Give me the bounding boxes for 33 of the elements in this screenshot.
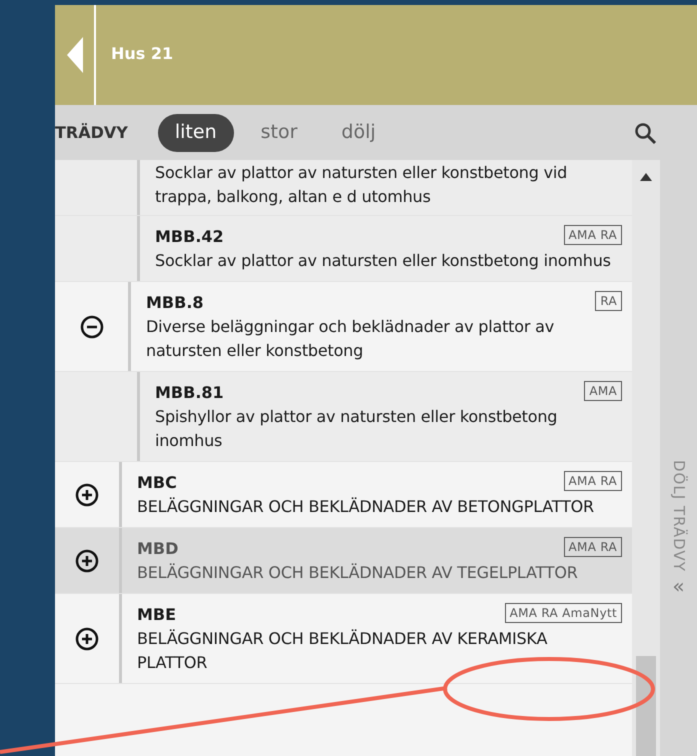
- view-size-tab[interactable]: liten: [158, 114, 234, 152]
- tree-row[interactable]: MBC AMA RA BELÄGGNINGAR OCH BEKLÄDNADER AV BETONGPLATTOR: [55, 462, 632, 528]
- item-description: BELÄGGNINGAR OCH BEKLÄDNADER AV KERAMISKA PLATTOR: [137, 628, 548, 674]
- item-description: Socklar av plattor av natursten eller konstbetong vid trappa, balkong, altan e d utomhus: [155, 162, 568, 208]
- item-code: MBB.81: [155, 382, 224, 404]
- view-size-tab[interactable]: dölj: [324, 114, 393, 152]
- tree-row[interactable]: MBD AMA RA BELÄGGNINGAR OCH BEKLÄDNADER AV TEGELPLATTOR: [55, 528, 632, 594]
- item-code: MBB.8: [146, 292, 204, 314]
- item-description: Socklar av plattor av natursten eller konstbetong inomhus: [155, 250, 612, 272]
- tree-row[interactable]: MBE AMA RA AmaNytt BELÄGGNINGAR OCH BEKLÄDNADER AV KERAMISKA PLATTOR: [55, 594, 632, 684]
- item-description: BELÄGGNINGAR OCH BEKLÄDNADER AV BETONGPLATTOR: [137, 496, 595, 518]
- item-description: Spishyllor av plattor av natursten eller konstbetong inomhus: [155, 406, 558, 452]
- tree-row[interactable]: Socklar av plattor av natursten eller konstbetong vid trappa, balkong, altan e d utomhus: [55, 160, 632, 216]
- collapse-chevron: «: [672, 576, 685, 596]
- toolbar-label: TRÄDVY: [55, 122, 128, 144]
- source-badge: AMA RA AmaNytt: [504, 603, 622, 623]
- tree-row[interactable]: MBB.42 AMA RA Socklar av plattor av natursten eller konstbetong inomhus: [55, 216, 632, 282]
- source-badge: AMA RA: [564, 537, 622, 557]
- tree-row[interactable]: MBB.8 RA Diverse beläggningar och beklädnader av plattor av natursten eller konstbetong: [55, 282, 632, 372]
- item-code: MBC: [137, 472, 177, 494]
- item-description: BELÄGGNINGAR OCH BEKLÄDNADER AV TEGELPLATTOR: [137, 562, 579, 584]
- tree-row[interactable]: MBB.81 AMA Spishyllor av plattor av natursten eller konstbetong inomhus: [55, 372, 632, 462]
- source-badge: RA: [595, 291, 622, 311]
- source-badge: AMA RA: [564, 471, 622, 491]
- item-code: MBE: [137, 604, 176, 626]
- hide-tree-label: DÖLJ TRÄDVY: [668, 460, 689, 572]
- item-code: MBD: [137, 538, 178, 560]
- item-description: Diverse beläggningar och beklädnader av plattor av natursten eller konstbetong: [146, 316, 555, 362]
- header-title: Hus 21: [110, 43, 174, 65]
- source-badge: AMA: [584, 381, 622, 401]
- view-size-tab[interactable]: stor: [244, 114, 314, 152]
- item-code: MBB.42: [155, 226, 224, 248]
- source-badge: AMA RA: [564, 225, 622, 245]
